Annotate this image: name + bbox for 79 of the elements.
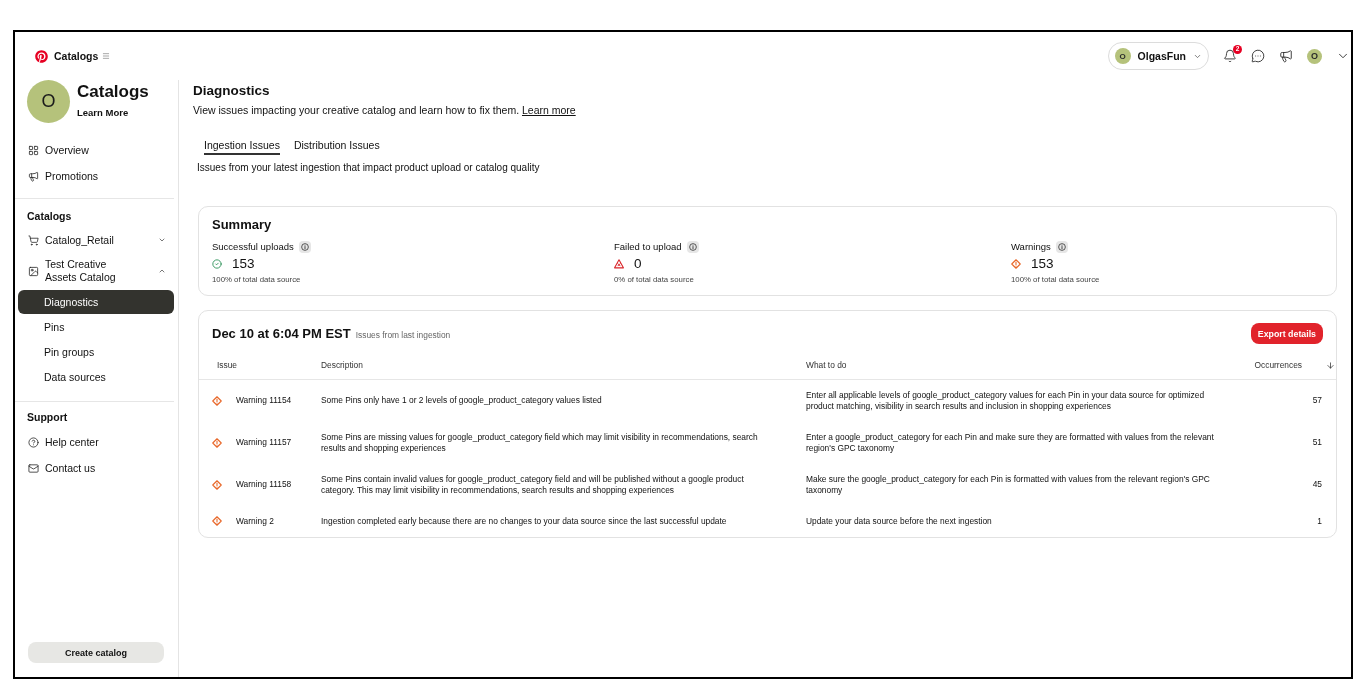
section-heading: Catalogs: [26, 209, 73, 224]
account-avatar: O: [1114, 48, 1131, 64]
sidebar-subitem[interactable]: Pin groups: [18, 340, 174, 364]
stat-value: 153: [1031, 256, 1054, 272]
logo-icon[interactable]: [35, 49, 48, 63]
column-header: Issue: [216, 360, 239, 371]
learn-more-link[interactable]: Learn more: [522, 104, 576, 116]
stat-value: 0: [634, 256, 642, 272]
learn-more-link[interactable]: Learn More: [77, 107, 129, 119]
help-icon: [28, 436, 39, 448]
support-link[interactable]: Help center: [15, 429, 178, 455]
action-cell-text: Enter a google_product_category for each Pin and make sure they are formatted with values from the relevant region's GPC taxonomy: [806, 431, 1215, 455]
profile-avatar[interactable]: O: [1307, 48, 1322, 64]
stat-label: Failed to upload: [614, 240, 682, 254]
ingestion-date: Dec 10 at 6:04 PM EST: [212, 325, 351, 342]
megaphone-icon[interactable]: [1279, 49, 1293, 63]
mail-icon: [28, 462, 39, 474]
sidebar-subitem[interactable]: Pins: [18, 315, 174, 339]
stat-value: 153: [232, 256, 255, 272]
tab[interactable]: Distribution Issues: [293, 136, 380, 155]
description-cell-text: Some Pins only have 1 or 2 levels of google_product_category values listed: [321, 395, 603, 407]
column-header: What to do: [806, 360, 848, 371]
chat-icon[interactable]: [1251, 49, 1265, 63]
info-icon[interactable]: [298, 241, 311, 253]
occurrences-cell-text: 57: [1311, 395, 1322, 407]
stat-label: Successful uploads: [212, 240, 294, 254]
sidebar-subitem[interactable]: Diagnostics: [18, 290, 174, 314]
occurrences-cell-text: 51: [1311, 437, 1322, 449]
chevron-up-icon[interactable]: [158, 267, 166, 275]
tab[interactable]: Ingestion Issues: [204, 136, 280, 155]
tab-description: Issues from your latest ingestion that impact product upload or catalog quality: [197, 162, 541, 174]
warning-icon: [212, 396, 222, 406]
stat-label: Warnings: [1011, 240, 1051, 254]
error-icon: [614, 259, 624, 269]
occurrences-cell-text: 45: [1311, 479, 1322, 491]
bell-icon[interactable]: [1223, 49, 1237, 63]
ingestion-subtitle: Issues from last ingestion: [355, 329, 451, 340]
issue-cell: Warning 11154: [236, 395, 292, 407]
issue-cell: Warning 2: [236, 515, 274, 527]
create-catalog-button[interactable]: Create catalog: [28, 642, 164, 663]
catalog-item[interactable]: Catalog_Retail: [15, 227, 178, 253]
description-cell-text: Some Pins are missing values for google_product_category field which may limit visibility in recommendations, search results and shopping experiences: [321, 431, 759, 455]
action-cell-text: Update your data source before the next ingestion: [806, 515, 993, 527]
warning-icon: [212, 438, 222, 448]
sidebar-title: Catalogs: [77, 82, 149, 102]
catalog-avatar: O: [27, 80, 70, 123]
issue-cell: Warning 11157: [236, 437, 292, 449]
export-details-button[interactable]: Export details: [1250, 323, 1323, 344]
occurrences-cell-text: 1: [1316, 515, 1322, 527]
info-icon[interactable]: [686, 241, 699, 253]
image-icon: [28, 265, 39, 277]
info-icon[interactable]: [1055, 241, 1068, 253]
warning-icon: [212, 480, 222, 490]
support-link[interactable]: Contact us: [15, 455, 178, 481]
sidebar-item[interactable]: Overview: [15, 137, 178, 163]
check-circle-icon: [212, 259, 222, 269]
page-title: Diagnostics: [193, 83, 271, 99]
grid-icon: [28, 144, 39, 156]
cart-icon: [28, 234, 39, 246]
column-header: Description: [321, 360, 364, 371]
warning-icon: [212, 516, 222, 527]
megaphone-icon: [28, 170, 39, 182]
account-switcher[interactable]: O OlgasFun: [1107, 42, 1209, 70]
chevron-down-icon[interactable]: [158, 236, 166, 244]
sidebar-subitem[interactable]: Data sources: [18, 365, 174, 389]
section-heading: Support: [26, 410, 69, 425]
action-cell-text: Enter all applicable levels of google_product_category values for each Pin in your data source for optimized product matching, visibility in search results and inclusion in shopping experiences: [806, 389, 1206, 413]
description-cell-text: Some Pins contain invalid values for google_product_category field and will be published without a google product category. This may limit visibility in recommendations, search results and shopping experiences: [321, 473, 745, 497]
card-title: Summary: [212, 217, 273, 233]
issue-cell: Warning 11158: [236, 479, 292, 491]
sort-arrow-icon[interactable]: [1326, 361, 1335, 370]
warning-icon: [1011, 259, 1021, 269]
page-description: View issues impacting your creative catalog and learn how to fix them. Learn more: [193, 103, 577, 117]
column-header: Occurrences: [1253, 360, 1303, 371]
description-cell-text: Ingestion completed early because there are no changes to your data source since the last successful update: [321, 515, 728, 527]
app-title: Catalogs: [54, 50, 99, 62]
sidebar-item[interactable]: Promotions: [15, 163, 178, 189]
action-cell-text: Make sure the google_product_category for each Pin is formatted with values from the relevant region's GPC taxonomy: [806, 473, 1211, 497]
catalog-item[interactable]: Test Creative Assets Catalog: [15, 253, 178, 289]
